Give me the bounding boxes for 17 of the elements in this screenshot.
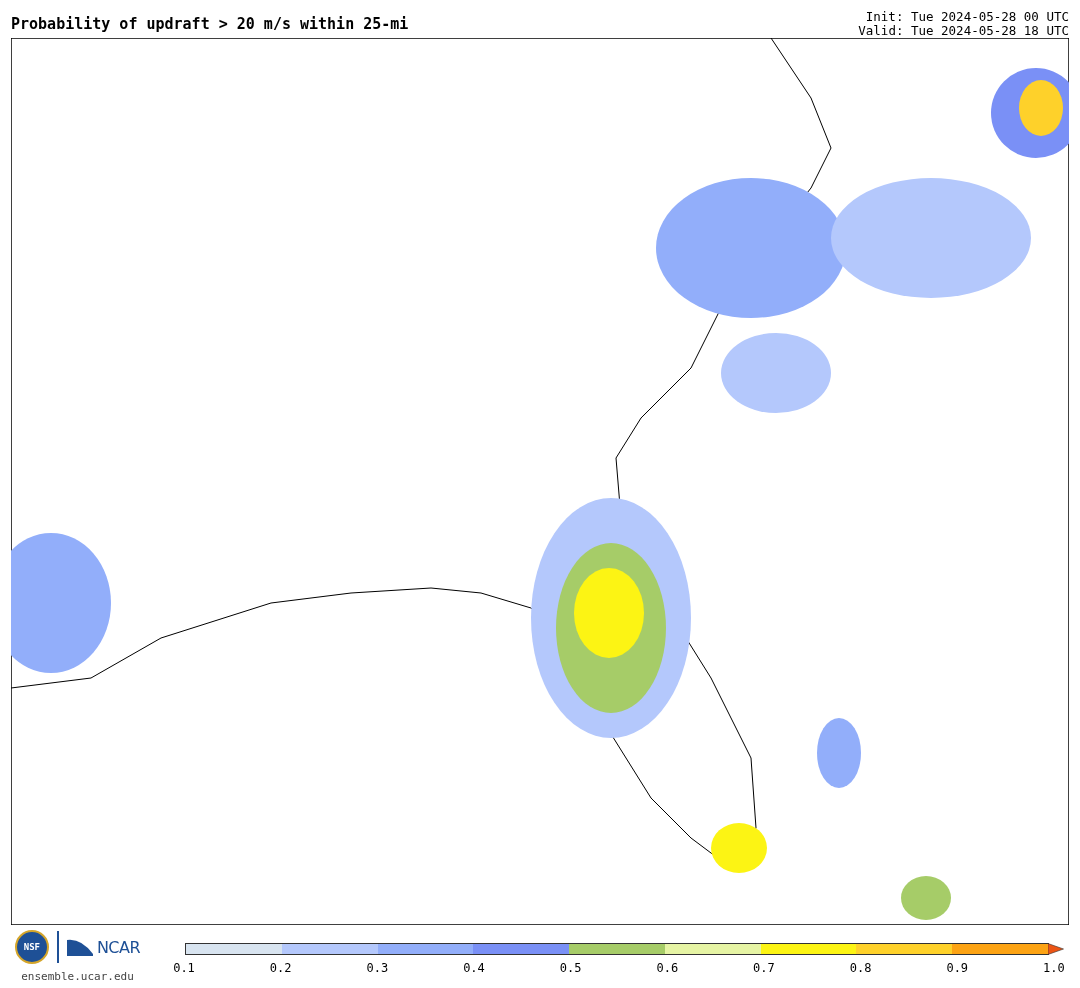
colorbar-tick-label: 0.2 — [268, 961, 293, 975]
colorbar-tick-label: 0.1 — [172, 961, 196, 975]
colorbar-tick-label: 0.8 — [848, 961, 873, 975]
plot-title: Probability of updraft > 20 m/s within 25-mi — [11, 15, 409, 35]
site-url: ensemble.ucar.edu — [21, 970, 134, 983]
ncar-logo: NCAR — [96, 937, 141, 957]
nsf-logo: NSF — [14, 930, 49, 964]
ncar-swoosh-icon — [66, 938, 93, 956]
colorbar-tick-label: 0.7 — [752, 961, 776, 975]
colorbar-tick-label: 0.4 — [462, 961, 486, 975]
colorbar-tick-label: 0.3 — [365, 961, 390, 975]
colorbar-tick-label: 0.6 — [655, 961, 680, 975]
valid-time: Valid: Tue 2024-05-28 18 UTC — [858, 24, 1069, 38]
colorbar-tick-label: 0.9 — [945, 961, 970, 975]
colorbar-tick-label: 0.5 — [558, 961, 583, 975]
colorbar-tick-label: 1.0 — [1042, 961, 1066, 975]
init-time: Init: Tue 2024-05-28 00 UTC — [865, 10, 1069, 24]
